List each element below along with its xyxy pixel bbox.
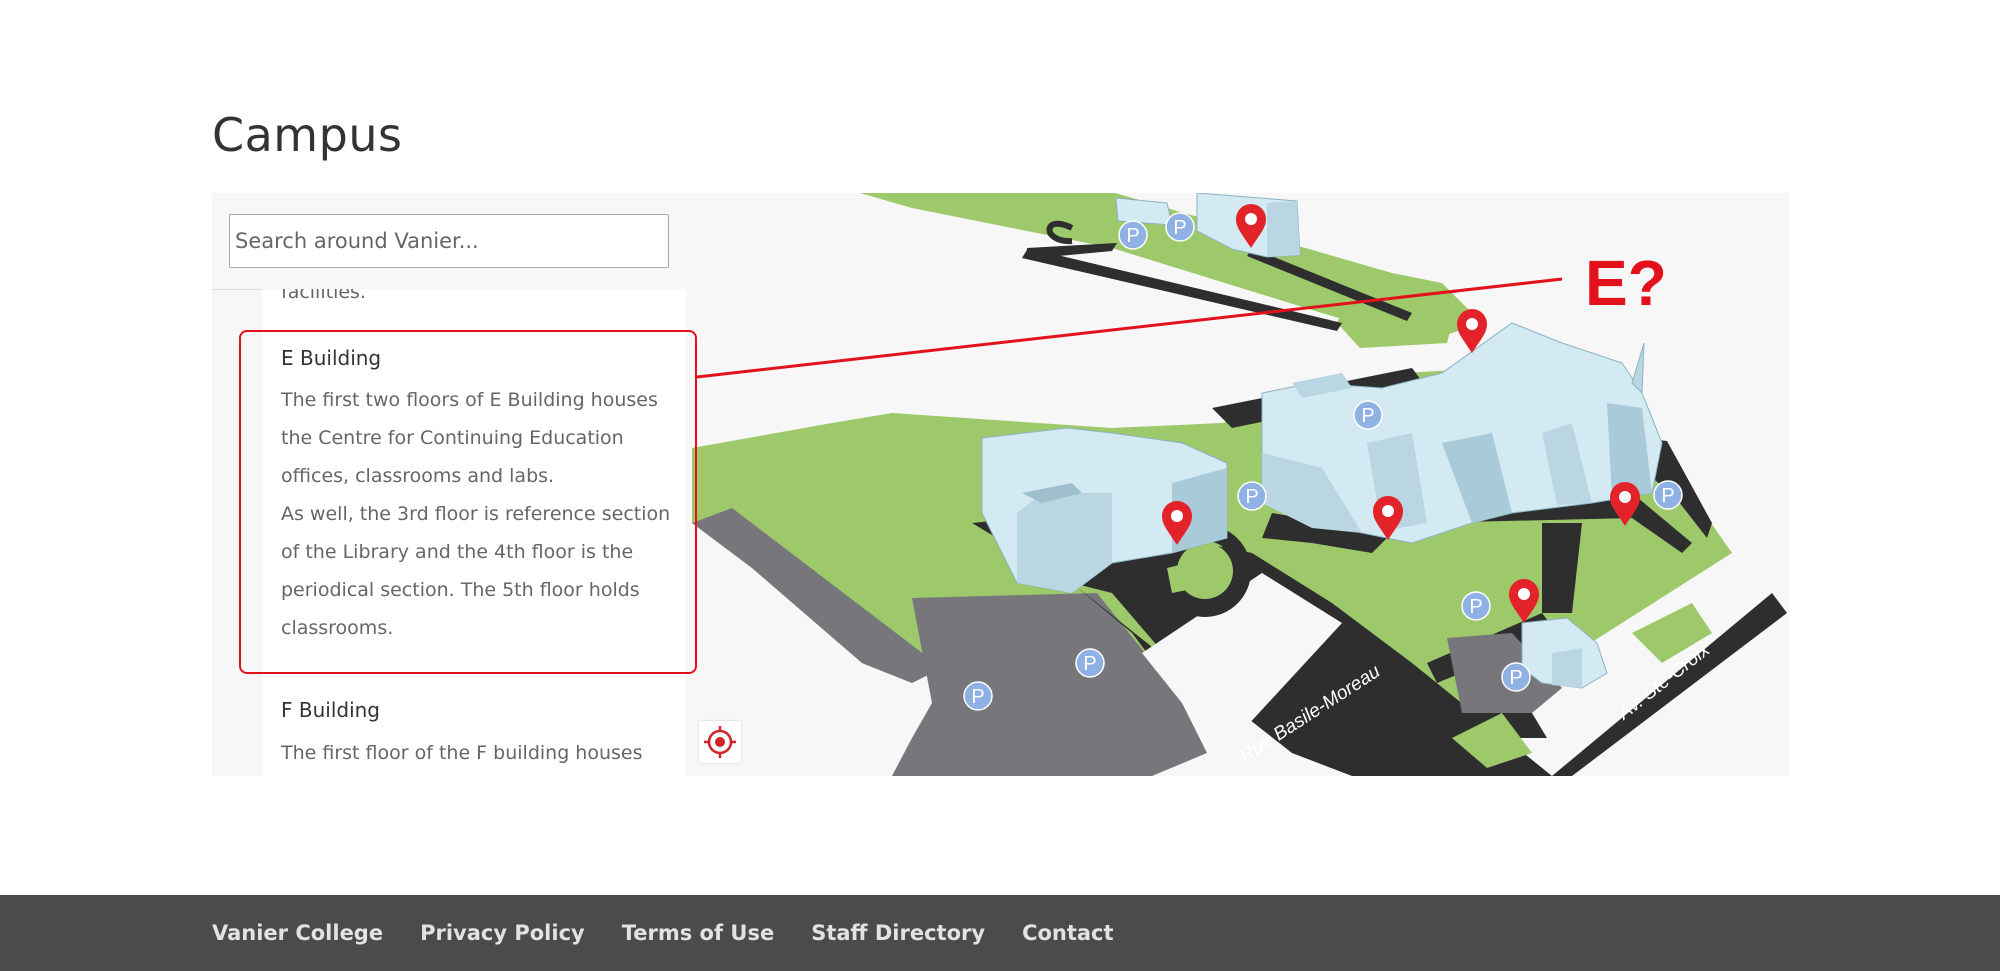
map-sidebar: facilities. E Building The first two flo…: [212, 193, 697, 776]
list-item-description: The first floor of the F building houses…: [281, 742, 643, 764]
list-item-title: E Building: [281, 346, 382, 370]
svg-text:P: P: [1173, 217, 1186, 239]
parking-marker[interactable]: P: [1353, 400, 1383, 430]
list-item-description: facilities.: [281, 289, 366, 303]
svg-text:P: P: [1361, 405, 1374, 427]
svg-text:P: P: [1126, 225, 1139, 247]
footer-link-privacy-policy[interactable]: Privacy Policy: [420, 921, 585, 945]
footer-link-terms-of-use[interactable]: Terms of Use: [622, 921, 775, 945]
building-list[interactable]: facilities. E Building The first two flo…: [262, 289, 686, 776]
footer-link-contact[interactable]: Contact: [1022, 921, 1114, 945]
svg-text:P: P: [1509, 667, 1522, 689]
parking-marker[interactable]: P: [1165, 212, 1195, 242]
footer-link-vanier-college[interactable]: Vanier College: [212, 921, 383, 945]
list-item-title: F Building: [281, 698, 380, 722]
parking-marker[interactable]: P: [963, 681, 993, 711]
list-item-description: The first two floors of E Building house…: [281, 389, 671, 639]
campus-map-widget: P P P P P P P P P Rue Basile-Moreau Av. …: [212, 193, 1789, 776]
parking-marker[interactable]: P: [1118, 220, 1148, 250]
parking-marker[interactable]: P: [1653, 480, 1683, 510]
svg-text:P: P: [1661, 485, 1674, 507]
parking-marker[interactable]: P: [1075, 648, 1105, 678]
svg-text:P: P: [1245, 486, 1258, 508]
svg-text:P: P: [1083, 653, 1096, 675]
footer: Vanier College Privacy Policy Terms of U…: [0, 895, 2000, 971]
parking-marker[interactable]: P: [1237, 481, 1267, 511]
svg-text:P: P: [1469, 596, 1482, 618]
svg-text:P: P: [971, 686, 984, 708]
annotation-label: E?: [1585, 247, 1667, 319]
footer-nav: Vanier College Privacy Policy Terms of U…: [212, 921, 1151, 945]
page-title: Campus: [212, 108, 403, 162]
search-input[interactable]: [229, 214, 669, 268]
parking-marker[interactable]: P: [1501, 662, 1531, 692]
footer-link-staff-directory[interactable]: Staff Directory: [811, 921, 985, 945]
locate-me-button[interactable]: [699, 721, 741, 763]
crosshair-icon: [704, 726, 736, 758]
parking-marker[interactable]: P: [1461, 591, 1491, 621]
